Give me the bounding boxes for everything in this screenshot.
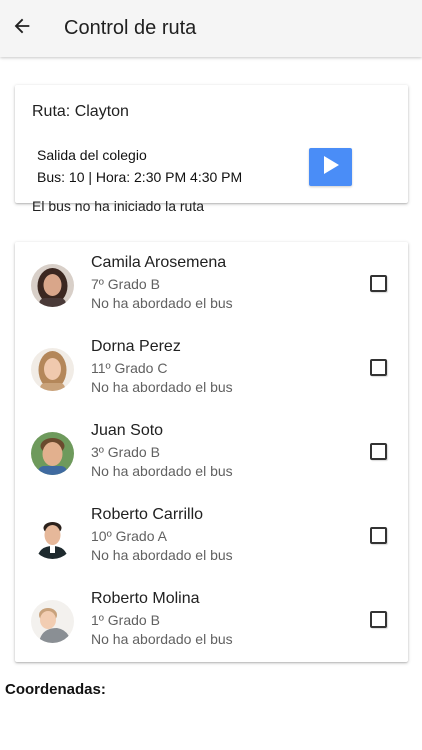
- boarded-checkbox[interactable]: [370, 527, 387, 544]
- student-status: No ha abordado el bus: [91, 295, 233, 311]
- student-avatar: [31, 432, 74, 475]
- students-list: Camila Arosemena 7º Grado B No ha aborda…: [15, 242, 408, 662]
- route-departure: Salida del colegio: [37, 147, 147, 163]
- app-bar: Control de ruta: [0, 0, 422, 57]
- student-grade: 11º Grado C: [91, 360, 168, 376]
- route-name: Ruta: Clayton: [32, 103, 129, 120]
- arrow-left-icon: [11, 15, 33, 42]
- student-row: Camila Arosemena 7º Grado B No ha aborda…: [15, 242, 408, 326]
- back-button[interactable]: [8, 15, 36, 43]
- student-status: No ha abordado el bus: [91, 379, 233, 395]
- student-name: Roberto Molina: [91, 590, 200, 607]
- student-name: Dorna Perez: [91, 338, 181, 355]
- student-grade: 1º Grado B: [91, 612, 160, 628]
- route-status-text: El bus no ha iniciado la ruta: [32, 198, 204, 214]
- student-row: Roberto Carrillo 10º Grado A No ha abord…: [15, 494, 408, 578]
- student-name: Roberto Carrillo: [91, 506, 204, 523]
- student-grade: 10º Grado A: [91, 528, 167, 544]
- student-row: Dorna Perez 11º Grado C No ha abordado e…: [15, 326, 408, 410]
- student-grade: 3º Grado B: [91, 444, 160, 460]
- student-name: Juan Soto: [91, 422, 164, 439]
- start-route-button[interactable]: [309, 148, 352, 186]
- boarded-checkbox[interactable]: [370, 443, 387, 460]
- boarded-checkbox[interactable]: [370, 611, 387, 628]
- student-row: Roberto Molina 1º Grado B No ha abordado…: [15, 578, 408, 662]
- coordinates-label: Coordenadas:: [5, 681, 106, 698]
- boarded-checkbox[interactable]: [370, 275, 387, 292]
- student-avatar: [31, 348, 74, 391]
- student-avatar: [31, 600, 74, 643]
- student-status: No ha abordado el bus: [91, 463, 233, 479]
- page-title: Control de ruta: [64, 17, 197, 39]
- student-status: No ha abordado el bus: [91, 631, 233, 647]
- play-icon: [321, 154, 341, 181]
- student-avatar: [31, 264, 74, 307]
- student-row: Juan Soto 3º Grado B No ha abordado el b…: [15, 410, 408, 494]
- student-avatar: [31, 516, 74, 559]
- student-name: Camila Arosemena: [91, 254, 227, 271]
- student-status: No ha abordado el bus: [91, 547, 233, 563]
- student-grade: 7º Grado B: [91, 276, 160, 292]
- route-bus-time: Bus: 10 | Hora: 2:30 PM 4:30 PM: [37, 169, 243, 185]
- route-card: Ruta: Clayton Salida del colegio Bus: 10…: [15, 85, 408, 214]
- boarded-checkbox[interactable]: [370, 359, 387, 376]
